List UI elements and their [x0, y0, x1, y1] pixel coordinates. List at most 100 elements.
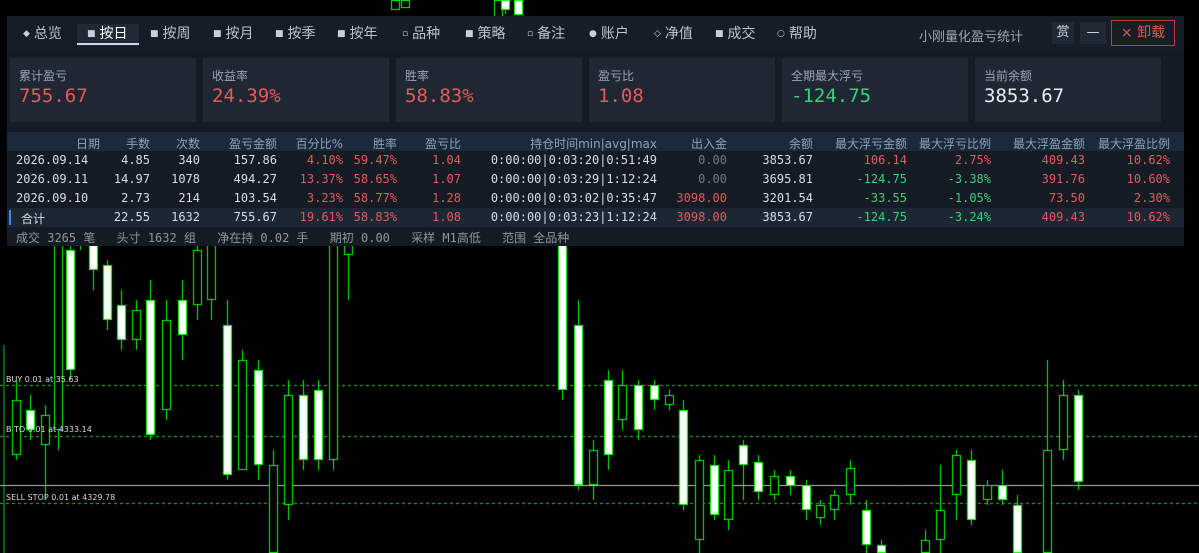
table-cell: 10.62% — [1126, 153, 1170, 167]
total-cell: 22.55 — [113, 210, 150, 224]
summary-card: 胜率 58.83% — [396, 58, 582, 122]
tab-label: 成交 — [727, 26, 756, 42]
tab-4[interactable]: ■ 按季 — [275, 25, 316, 43]
filled-square-icon: ■ — [715, 29, 724, 39]
col-header[interactable]: 胜率 — [373, 135, 397, 152]
table-cell: 0:00:00|0:03:29|1:12:24 — [490, 172, 657, 186]
tab-9[interactable]: ● 账户 — [589, 25, 629, 43]
tab-7[interactable]: ■ 策略 — [465, 25, 506, 43]
col-header[interactable]: 持仓时间min|avg|max — [530, 135, 657, 152]
tab-6[interactable]: ▫ 品种 — [402, 25, 440, 43]
total-row-marker — [9, 210, 11, 225]
total-cell: 合计 — [21, 212, 46, 226]
table-cell: 13.37% — [299, 172, 343, 186]
table-cell: 0:00:00|0:03:20|0:51:49 — [490, 153, 657, 167]
card-label: 胜率 — [405, 69, 430, 83]
tab-label: 备注 — [537, 26, 566, 42]
tab-3[interactable]: ■ 按月 — [213, 25, 254, 43]
table-cell: 2.75% — [954, 153, 991, 167]
footer-initial: 期初 0.00 — [329, 231, 390, 245]
app-title: 小刚量化盈亏统计 — [919, 30, 1024, 45]
table-row[interactable]: 2026.09.11 14.97 1078 494.27 13.37% 58.65% 1.0… — [7, 170, 1184, 189]
card-value: 58.83% — [405, 85, 474, 107]
table-cell: 2026.09.10 — [16, 191, 89, 205]
tab-11[interactable]: ■ 成交 — [715, 25, 756, 43]
reward-button[interactable]: 赏 — [1052, 22, 1074, 44]
square-icon: ■ — [150, 29, 159, 39]
tab-1[interactable]: ■ 按日 — [87, 25, 128, 43]
buy-order-label[interactable]: BUY 0.01 at 35.63 — [6, 375, 79, 384]
card-value: 1.08 — [598, 85, 644, 107]
diamond-icon: ◆ — [23, 29, 30, 39]
table-cell: 1.04 — [432, 153, 461, 167]
table-cell: -1.05% — [947, 191, 991, 205]
total-cell: 1.08 — [432, 210, 461, 224]
tab-label: 按月 — [225, 26, 254, 42]
col-header[interactable]: 百分比% — [296, 135, 343, 152]
active-tab-underline — [77, 43, 139, 45]
table-cell: 2026.09.11 — [16, 172, 89, 186]
tab-label: 按季 — [287, 26, 316, 42]
stats-panel: ◆ 总览 ■ 按日 ■ 按周 ■ 按月 ■ 按季 ■ 按年 ▫ 品种 ■ 策略 ▫ 备注 ● 账户 ◇ 净值 ■ 成交 ○ 帮助 … — [7, 16, 1184, 246]
table-cell: 58.77% — [353, 191, 397, 205]
col-header[interactable]: 最大浮盈金额 — [1013, 135, 1085, 152]
tab-10[interactable]: ◇ 净值 — [654, 25, 693, 43]
table-cell: 409.43 — [1041, 153, 1085, 167]
table-row[interactable]: 2026.09.10 2.73 214 103.54 3.23% 58.77% 1.28 0:… — [7, 189, 1184, 208]
dot-icon: ● — [589, 29, 597, 39]
square-icon: ■ — [87, 29, 96, 39]
col-header[interactable]: 手数 — [126, 135, 150, 152]
col-header[interactable]: 最大浮亏金额 — [835, 135, 907, 152]
table-cell: 0.00 — [698, 153, 727, 167]
tab-label: 按日 — [99, 26, 128, 42]
col-header[interactable]: 次数 — [176, 135, 200, 152]
summary-card: 收益率 24.39% — [203, 58, 389, 122]
square-icon: ■ — [465, 29, 474, 39]
tab-2[interactable]: ■ 按周 — [150, 25, 191, 43]
col-header[interactable]: 日期 — [76, 135, 100, 152]
table-cell: 2.73 — [121, 191, 150, 205]
tab-5[interactable]: ■ 按年 — [337, 25, 378, 43]
footer-net-holding: 净在持 0.02 手 — [217, 231, 309, 245]
table-cell: 58.65% — [353, 172, 397, 186]
col-header[interactable]: 余额 — [789, 135, 813, 152]
table-row[interactable]: 2026.09.14 4.85 340 157.86 4.10% 59.47% 1.04 0:… — [7, 151, 1184, 170]
col-header[interactable]: 最大浮盈比例 — [1098, 135, 1170, 152]
col-header[interactable]: 盈亏比 — [425, 135, 461, 152]
total-cell: -3.24% — [947, 210, 991, 224]
table-cell: 59.47% — [353, 153, 397, 167]
tab-label: 帮助 — [788, 26, 817, 42]
table-cell: 0:00:00|0:03:02|0:35:47 — [490, 191, 657, 205]
table-cell: -33.55 — [863, 191, 907, 205]
minimize-button[interactable]: — — [1080, 22, 1106, 44]
total-cell: 1632 — [171, 210, 200, 224]
table-cell: 3695.81 — [762, 172, 813, 186]
square-icon: ■ — [275, 29, 284, 39]
summary-card: 全期最大浮亏 -124.75 — [782, 58, 968, 122]
unload-button[interactable]: × 卸载 — [1111, 20, 1175, 46]
table-cell: 2.30% — [1133, 191, 1170, 205]
sell-stop-order-label[interactable]: SELL STOP 0.01 at 4329.78 — [6, 493, 115, 502]
table-cell: 103.54 — [233, 191, 277, 205]
col-header[interactable]: 盈亏金额 — [229, 135, 277, 152]
card-label: 全期最大浮亏 — [791, 69, 864, 83]
total-cell: 10.62% — [1126, 210, 1170, 224]
table-cell: 494.27 — [233, 172, 277, 186]
tab-12[interactable]: ○ 帮助 — [777, 25, 817, 43]
card-label: 累计盈亏 — [19, 69, 68, 83]
table-cell: -3.38% — [947, 172, 991, 186]
table-cell: -124.75 — [856, 172, 907, 186]
tab-0[interactable]: ◆ 总览 — [23, 25, 62, 43]
buy-stop-order-label[interactable]: B TO 0.01 at 4333.14 — [6, 425, 92, 434]
col-header[interactable]: 最大浮亏比例 — [919, 135, 991, 152]
total-cell: 409.43 — [1041, 210, 1085, 224]
tab-label: 总览 — [33, 26, 62, 42]
table-cell: 3.23% — [306, 191, 343, 205]
table-cell: 1.07 — [432, 172, 461, 186]
footer-positions: 头寸 1632 组 — [116, 231, 196, 245]
col-header[interactable]: 出入金 — [691, 135, 727, 152]
summary-card: 当前余额 3853.67 — [975, 58, 1161, 122]
table-cell: 0.00 — [698, 172, 727, 186]
table-total-row[interactable]: 合计 22.55 1632 755.67 19.61% 58.83% 1.08 0:00:00… — [7, 208, 1184, 227]
tab-8[interactable]: ▫ 备注 — [527, 25, 565, 43]
